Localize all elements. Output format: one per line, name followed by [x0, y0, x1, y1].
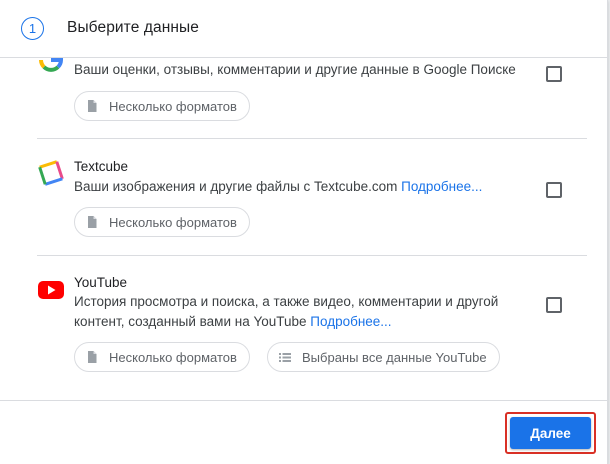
chip-label: Несколько форматов [109, 214, 237, 230]
youtube-data-chip[interactable]: Выбраны все данные YouTube [267, 342, 500, 372]
next-button-highlight: Далее [505, 412, 596, 454]
chip-label: Несколько форматов [109, 349, 237, 365]
learn-more-link[interactable]: Подробнее... [310, 314, 391, 329]
description-text: Ваши изображения и другие файлы с Textcu… [74, 179, 398, 194]
file-icon [85, 99, 99, 113]
dialog-footer: Далее [0, 400, 607, 464]
google-icon [37, 58, 65, 74]
list-item-google-search: Ваши оценки, отзывы, комментарии и други… [37, 58, 587, 138]
format-chip[interactable]: Несколько форматов [74, 91, 250, 121]
export-dialog: 1 Выберите данные Ваши оценки, отзывы, к… [0, 0, 608, 464]
item-description: Ваши изображения и другие файлы с Textcu… [74, 177, 534, 197]
item-description: Ваши оценки, отзывы, комментарии и други… [74, 62, 516, 77]
chip-label: Выбраны все данные YouTube [302, 349, 487, 365]
item-description: История просмотра и поиска, а также виде… [74, 292, 514, 332]
product-list[interactable]: Ваши оценки, отзывы, комментарии и други… [0, 58, 607, 400]
item-title: YouTube [74, 275, 128, 290]
list-icon [278, 350, 292, 364]
item-checkbox[interactable] [546, 66, 562, 82]
item-checkbox[interactable] [546, 182, 562, 198]
next-button[interactable]: Далее [510, 417, 591, 449]
list-item-youtube: YouTube История просмотра и поиска, а та… [37, 256, 587, 400]
step-number-badge: 1 [21, 17, 44, 40]
textcube-icon [37, 159, 65, 187]
chip-label: Несколько форматов [109, 98, 237, 114]
list-item-textcube: Textcube Ваши изображения и другие файлы… [37, 139, 587, 255]
format-chip[interactable]: Несколько форматов [74, 342, 250, 372]
file-icon [85, 215, 99, 229]
item-checkbox[interactable] [546, 297, 562, 313]
youtube-icon [37, 276, 65, 304]
file-icon [85, 350, 99, 364]
description-text: История просмотра и поиска, а также виде… [74, 294, 499, 329]
step-header: 1 Выберите данные [0, 0, 607, 58]
format-chip[interactable]: Несколько форматов [74, 207, 250, 237]
learn-more-link[interactable]: Подробнее... [401, 179, 482, 194]
item-title: Textcube [74, 159, 129, 174]
step-title: Выберите данные [67, 19, 199, 36]
